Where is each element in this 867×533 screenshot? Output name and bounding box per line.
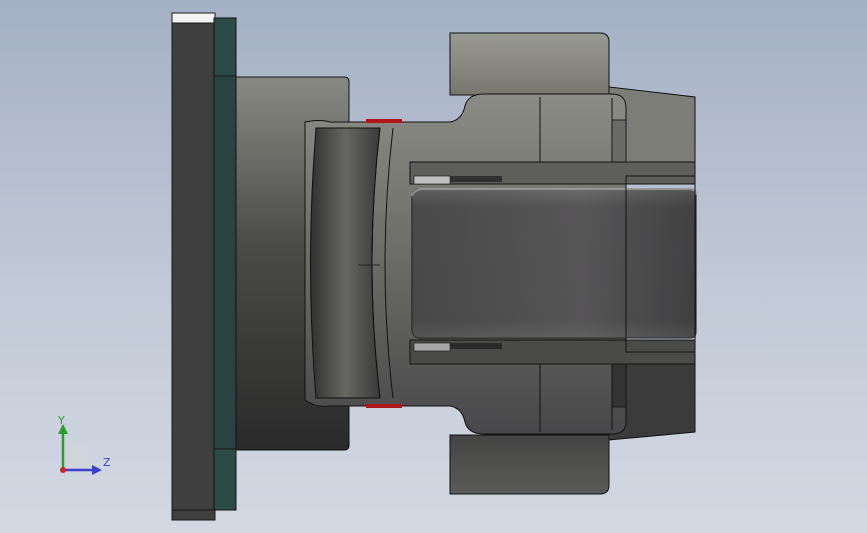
z-axis-label: Z <box>103 456 111 469</box>
seal-accent-top <box>366 119 402 123</box>
z-arrow-icon <box>92 465 102 475</box>
drive-roller[interactable] <box>411 188 697 339</box>
mounting-plate[interactable] <box>171 12 216 521</box>
x-axis-dot <box>60 467 66 473</box>
cad-viewport[interactable]: Y Z <box>0 0 867 533</box>
seal-accent-bottom <box>366 404 402 408</box>
y-axis-label: Y <box>58 414 65 427</box>
cad-model-view[interactable] <box>0 0 867 533</box>
flange-plate[interactable] <box>213 17 237 511</box>
